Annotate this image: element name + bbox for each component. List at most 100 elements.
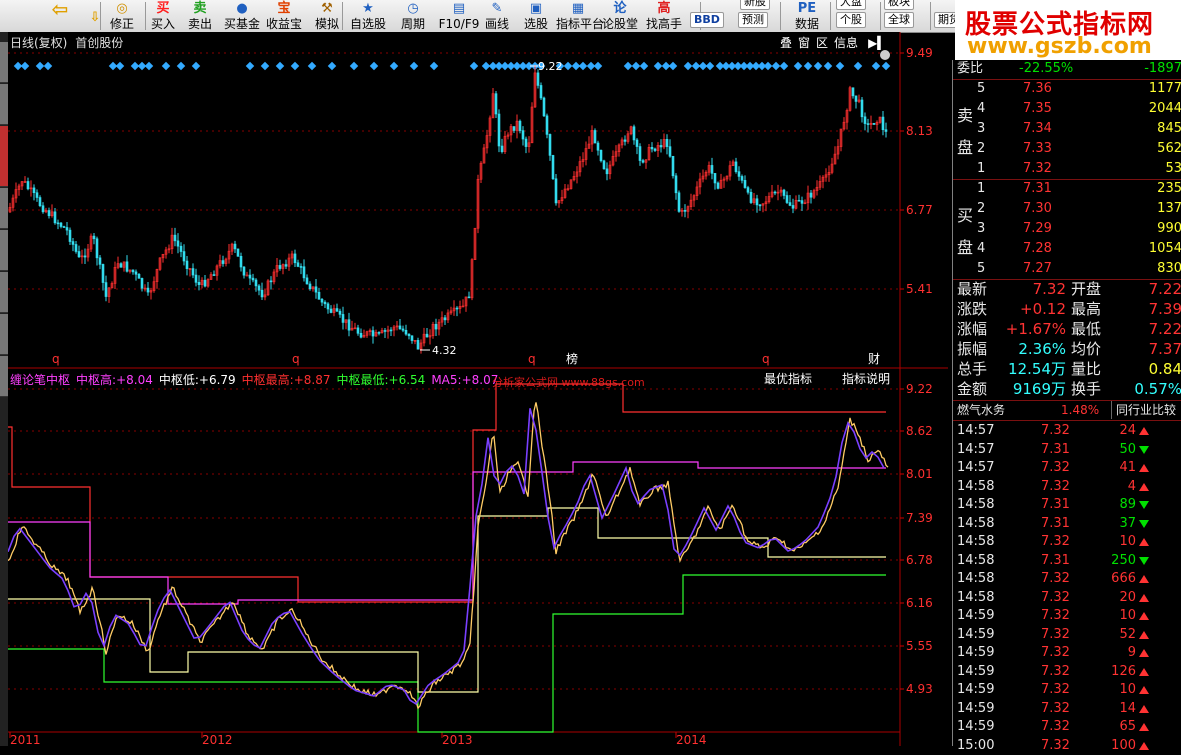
left-tab[interactable] [0, 272, 8, 313]
tick-volume: 24 [1119, 423, 1136, 438]
candle-body [755, 198, 759, 206]
left-tab[interactable] [0, 230, 8, 271]
up-arrow-icon [1139, 723, 1149, 731]
left-tab[interactable] [0, 84, 8, 125]
toolbar-mini-bbd[interactable]: BBD [690, 12, 724, 28]
candle-body [260, 289, 264, 298]
toolbar-mini-new[interactable]: 新股 [740, 0, 770, 10]
tick-price: 7.32 [1041, 460, 1070, 475]
toolbar-button-9[interactable]: ✎ 画线 [479, 0, 515, 32]
toolbar-button-3[interactable]: ● 买基金 [222, 0, 262, 32]
best-indicator-button[interactable]: 最优指标 [760, 371, 816, 387]
candle-body [668, 146, 672, 157]
toolbar-button-7[interactable]: ◷ 周期 [393, 0, 433, 32]
toolbar-button-12[interactable]: 论论股堂 [600, 0, 640, 32]
candle-body [257, 285, 261, 291]
industry-compare-button[interactable]: 同行业比较 [1111, 401, 1176, 419]
indicator-axis-label: 6.16 [906, 596, 933, 610]
candle-body [101, 264, 105, 283]
candle-body [185, 260, 189, 269]
down-arrow-icon [1139, 445, 1149, 454]
level-volume: 1177 [1148, 81, 1181, 96]
indicator-help-button[interactable]: 指标说明 [838, 371, 894, 387]
left-tab-active[interactable] [0, 126, 8, 187]
candle-body [296, 262, 300, 267]
tick-time: 14:59 [957, 700, 995, 716]
candle-body [389, 329, 393, 332]
kline-chart-canvas[interactable]: 9.49 8.13 6.77 5.41 9.22 8.62 8.01 7.39 6.78 6.16… [8, 32, 948, 746]
toolbar-button-8[interactable]: ▤ F10/F9 [437, 0, 481, 32]
chart-control-1[interactable]: 窗 [798, 36, 810, 50]
candle-body [359, 333, 363, 338]
tick-price: 7.32 [1041, 663, 1070, 679]
left-tab[interactable] [0, 42, 8, 83]
chart-control-3[interactable]: 信息 [834, 36, 858, 50]
candle-body [77, 251, 81, 258]
chart-control-2[interactable]: 区 [816, 36, 828, 50]
left-tab[interactable] [0, 314, 8, 355]
tick-price: 7.32 [1041, 682, 1070, 697]
indicator-axis-label: 9.22 [906, 382, 933, 396]
indicator-item-0: 中枢高:+8.04 [76, 373, 153, 387]
tick-price: 7.31 [1041, 441, 1070, 457]
price-axis-label: 8.13 [906, 124, 933, 138]
indicator-item-value: +6.79 [198, 373, 236, 387]
candle-body [455, 307, 459, 310]
chart-menu-icon[interactable]: ▶▍ [868, 36, 886, 50]
tick-time: 14:58 [957, 515, 995, 531]
toolbar-mini-stock[interactable]: 个股 [836, 12, 866, 28]
left-tab[interactable] [0, 356, 8, 397]
candle-body [293, 253, 297, 264]
candle-body [251, 277, 255, 281]
toolbar-mini-market[interactable]: 大盘 [836, 0, 866, 10]
chart-period[interactable]: 日线(复权) [10, 36, 67, 50]
down-arrow-button[interactable]: ⇩ [84, 0, 102, 32]
candle-body [176, 240, 180, 247]
candle-body [62, 226, 66, 228]
buy-level-row: 2 7.30 137 [953, 200, 1181, 218]
chart-control-0[interactable]: 叠 [780, 36, 792, 50]
time-axis-label: 2013 [442, 733, 473, 746]
candle-body [53, 211, 57, 224]
level-index: 3 [977, 221, 986, 236]
tick-volume: 9 [1127, 645, 1136, 660]
industry-row: 燃气水务 1.48% 同行业比较 [953, 401, 1181, 419]
toolbar-icon-7: ◷ [407, 1, 419, 16]
toolbar-button-1[interactable]: 买买入 [146, 0, 180, 32]
toolbar-button-11[interactable]: ▦ 指标平台 [556, 0, 604, 32]
indicator-item-2: 中枢最高:+8.87 [242, 373, 331, 387]
candle-body [356, 327, 360, 334]
toolbar-button-13[interactable]: 高找高手 [644, 0, 684, 32]
candle-body [713, 173, 717, 184]
toolbar-button-10[interactable]: ▣ 选股 [518, 0, 554, 32]
stat-value: 12.54万 [1008, 360, 1066, 378]
down-arrow-icon [1139, 556, 1149, 565]
zhongshu-max-line [8, 383, 886, 603]
indicator-axis-label: 6.78 [906, 553, 933, 567]
candle-body [233, 243, 237, 250]
toolbar-button-6[interactable]: ★ 自选股 [348, 0, 388, 32]
stat-value: +1.67% [1005, 320, 1066, 338]
indicator-name[interactable]: 缠论笔中枢 [10, 373, 70, 387]
candle-body [467, 296, 471, 299]
toolbar-mini-global[interactable]: 全球 [884, 12, 914, 28]
toolbar-button-5[interactable]: ⚒ 模拟 [308, 0, 346, 32]
toolbar-mini-sector[interactable]: 板块 [884, 0, 914, 10]
toolbar-icon-2: 卖 [193, 1, 207, 16]
toolbar-icon-11: ▦ [571, 1, 585, 16]
candle-body [308, 283, 312, 290]
toolbar-button-14[interactable]: PE 数据 [787, 0, 827, 32]
up-arrow-icon [1139, 427, 1149, 435]
toolbar-button-2[interactable]: 卖卖出 [183, 0, 217, 32]
candle-body [860, 99, 864, 118]
level-index: 5 [977, 261, 986, 276]
candle-body [410, 335, 414, 341]
candle-body [278, 265, 282, 269]
chart-area[interactable]: 9.49 8.13 6.77 5.41 9.22 8.62 8.01 7.39 6.78 6.16… [8, 32, 948, 746]
toolbar-button-0[interactable]: ◎ 修正 [104, 0, 140, 32]
toolbar-button-4[interactable]: 宝收益宝 [263, 0, 305, 32]
left-tab[interactable] [0, 188, 8, 229]
toolbar-mini-forecast[interactable]: 预测 [738, 12, 768, 28]
indicator-axis-label: 8.62 [906, 424, 933, 438]
back-arrow-button[interactable]: ⇦ [40, 0, 80, 32]
